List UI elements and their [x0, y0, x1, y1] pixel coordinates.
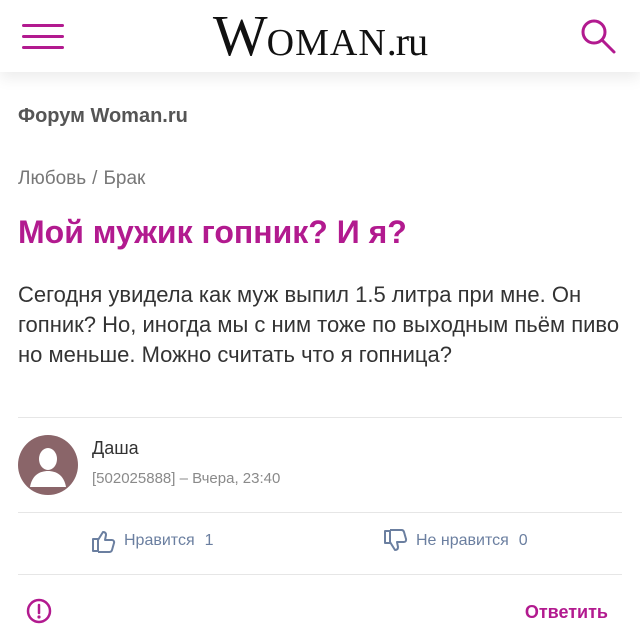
- user-silhouette-icon: [30, 448, 66, 487]
- reply-button[interactable]: Ответить: [525, 602, 608, 623]
- thumbs-up-icon: [92, 531, 116, 553]
- exclamation-circle-icon: [26, 598, 52, 624]
- author-name[interactable]: Даша: [92, 438, 139, 459]
- logo-ru: .ru: [386, 19, 428, 64]
- thumbs-down-icon: [384, 529, 408, 551]
- breadcrumb-item-marriage[interactable]: Брак: [103, 168, 145, 189]
- like-button[interactable]: Нравится 1: [90, 528, 214, 554]
- post-meta: [502025888] – Вчера, 23:40: [92, 470, 281, 487]
- forum-title[interactable]: Форум Woman.ru: [18, 105, 188, 128]
- divider: [18, 512, 622, 513]
- dislike-count: 0: [518, 532, 528, 549]
- report-button[interactable]: [26, 598, 52, 624]
- search-icon[interactable]: [578, 16, 618, 56]
- logo-w: W: [212, 3, 268, 68]
- site-logo[interactable]: WOMAN.ru: [0, 6, 640, 73]
- site-header: WOMAN.ru: [0, 0, 640, 72]
- dislike-label: Не нравится: [416, 532, 509, 549]
- divider: [18, 417, 622, 418]
- post-title: Мой мужик гопник? И я?: [18, 214, 407, 250]
- post-body: Сегодня увидела как муж выпил 1.5 литра …: [18, 282, 620, 367]
- breadcrumb-item-love[interactable]: Любовь: [18, 168, 86, 189]
- avatar[interactable]: [18, 435, 78, 495]
- divider: [18, 574, 622, 575]
- breadcrumb-separator: /: [92, 168, 98, 189]
- like-count: 1: [204, 532, 214, 549]
- breadcrumb: Любовь / Брак: [18, 168, 145, 190]
- dislike-button[interactable]: Не нравится 0: [382, 528, 528, 554]
- logo-oman: OMAN: [266, 22, 387, 64]
- like-label: Нравится: [124, 532, 195, 549]
